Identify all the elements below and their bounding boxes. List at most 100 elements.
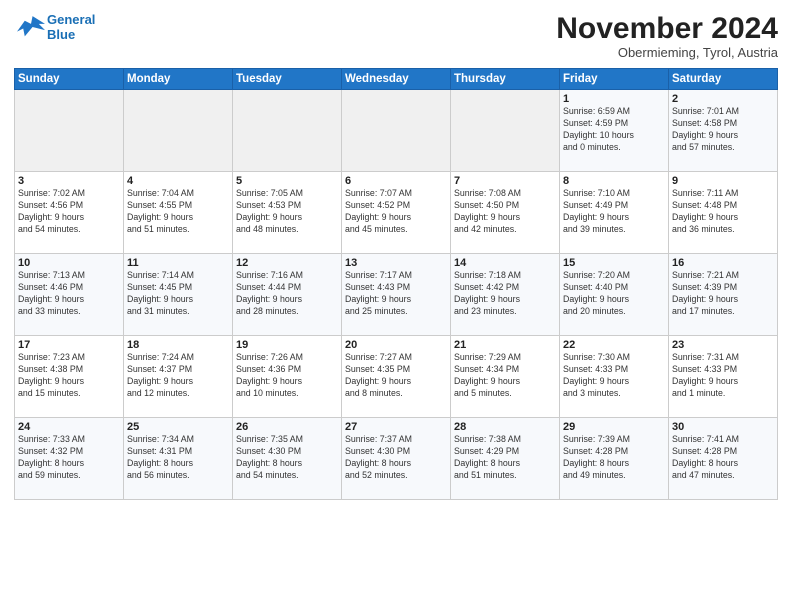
title-block: November 2024 Obermieming, Tyrol, Austri… — [556, 12, 778, 60]
calendar-cell: 7Sunrise: 7:08 AM Sunset: 4:50 PM Daylig… — [451, 172, 560, 254]
day-number: 12 — [236, 257, 338, 269]
logo: General Blue — [14, 12, 95, 42]
day-number: 2 — [672, 93, 774, 105]
day-number: 5 — [236, 175, 338, 187]
day-number: 3 — [18, 175, 120, 187]
day-info: Sunrise: 7:18 AM Sunset: 4:42 PM Dayligh… — [454, 270, 556, 318]
calendar-cell: 27Sunrise: 7:37 AM Sunset: 4:30 PM Dayli… — [342, 418, 451, 500]
calendar-cell: 28Sunrise: 7:38 AM Sunset: 4:29 PM Dayli… — [451, 418, 560, 500]
day-info: Sunrise: 7:33 AM Sunset: 4:32 PM Dayligh… — [18, 434, 120, 482]
day-info: Sunrise: 7:16 AM Sunset: 4:44 PM Dayligh… — [236, 270, 338, 318]
day-info: Sunrise: 7:08 AM Sunset: 4:50 PM Dayligh… — [454, 188, 556, 236]
day-number: 10 — [18, 257, 120, 269]
col-header-saturday: Saturday — [669, 69, 778, 90]
day-info: Sunrise: 7:13 AM Sunset: 4:46 PM Dayligh… — [18, 270, 120, 318]
day-info: Sunrise: 7:20 AM Sunset: 4:40 PM Dayligh… — [563, 270, 665, 318]
day-info: Sunrise: 6:59 AM Sunset: 4:59 PM Dayligh… — [563, 106, 665, 154]
calendar-cell — [124, 90, 233, 172]
day-number: 4 — [127, 175, 229, 187]
calendar-cell: 26Sunrise: 7:35 AM Sunset: 4:30 PM Dayli… — [233, 418, 342, 500]
day-number: 21 — [454, 339, 556, 351]
day-info: Sunrise: 7:10 AM Sunset: 4:49 PM Dayligh… — [563, 188, 665, 236]
logo-icon — [17, 13, 45, 41]
day-info: Sunrise: 7:02 AM Sunset: 4:56 PM Dayligh… — [18, 188, 120, 236]
calendar-cell — [342, 90, 451, 172]
day-number: 6 — [345, 175, 447, 187]
calendar-table: SundayMondayTuesdayWednesdayThursdayFrid… — [14, 68, 778, 500]
logo-brand: General Blue — [14, 12, 95, 42]
day-number: 17 — [18, 339, 120, 351]
day-info: Sunrise: 7:29 AM Sunset: 4:34 PM Dayligh… — [454, 352, 556, 400]
day-number: 19 — [236, 339, 338, 351]
col-header-tuesday: Tuesday — [233, 69, 342, 90]
calendar-cell: 5Sunrise: 7:05 AM Sunset: 4:53 PM Daylig… — [233, 172, 342, 254]
day-number: 11 — [127, 257, 229, 269]
day-info: Sunrise: 7:31 AM Sunset: 4:33 PM Dayligh… — [672, 352, 774, 400]
calendar-week-4: 24Sunrise: 7:33 AM Sunset: 4:32 PM Dayli… — [15, 418, 778, 500]
calendar-header-row: SundayMondayTuesdayWednesdayThursdayFrid… — [15, 69, 778, 90]
logo-bottom: Blue — [47, 27, 95, 42]
day-info: Sunrise: 7:07 AM Sunset: 4:52 PM Dayligh… — [345, 188, 447, 236]
day-number: 29 — [563, 421, 665, 433]
page-container: General Blue November 2024 Obermieming, … — [0, 0, 792, 612]
day-number: 20 — [345, 339, 447, 351]
calendar-cell: 10Sunrise: 7:13 AM Sunset: 4:46 PM Dayli… — [15, 254, 124, 336]
day-number: 30 — [672, 421, 774, 433]
calendar-cell: 13Sunrise: 7:17 AM Sunset: 4:43 PM Dayli… — [342, 254, 451, 336]
calendar-cell: 4Sunrise: 7:04 AM Sunset: 4:55 PM Daylig… — [124, 172, 233, 254]
calendar-cell: 9Sunrise: 7:11 AM Sunset: 4:48 PM Daylig… — [669, 172, 778, 254]
calendar-cell: 2Sunrise: 7:01 AM Sunset: 4:58 PM Daylig… — [669, 90, 778, 172]
day-number: 13 — [345, 257, 447, 269]
day-number: 14 — [454, 257, 556, 269]
day-info: Sunrise: 7:17 AM Sunset: 4:43 PM Dayligh… — [345, 270, 447, 318]
day-number: 26 — [236, 421, 338, 433]
day-number: 25 — [127, 421, 229, 433]
day-info: Sunrise: 7:27 AM Sunset: 4:35 PM Dayligh… — [345, 352, 447, 400]
calendar-cell: 21Sunrise: 7:29 AM Sunset: 4:34 PM Dayli… — [451, 336, 560, 418]
calendar-week-1: 3Sunrise: 7:02 AM Sunset: 4:56 PM Daylig… — [15, 172, 778, 254]
day-info: Sunrise: 7:38 AM Sunset: 4:29 PM Dayligh… — [454, 434, 556, 482]
calendar-cell: 29Sunrise: 7:39 AM Sunset: 4:28 PM Dayli… — [560, 418, 669, 500]
calendar-cell: 18Sunrise: 7:24 AM Sunset: 4:37 PM Dayli… — [124, 336, 233, 418]
calendar-cell: 25Sunrise: 7:34 AM Sunset: 4:31 PM Dayli… — [124, 418, 233, 500]
day-info: Sunrise: 7:23 AM Sunset: 4:38 PM Dayligh… — [18, 352, 120, 400]
calendar-cell: 16Sunrise: 7:21 AM Sunset: 4:39 PM Dayli… — [669, 254, 778, 336]
day-number: 18 — [127, 339, 229, 351]
calendar-cell: 23Sunrise: 7:31 AM Sunset: 4:33 PM Dayli… — [669, 336, 778, 418]
day-info: Sunrise: 7:34 AM Sunset: 4:31 PM Dayligh… — [127, 434, 229, 482]
calendar-week-2: 10Sunrise: 7:13 AM Sunset: 4:46 PM Dayli… — [15, 254, 778, 336]
calendar-cell: 15Sunrise: 7:20 AM Sunset: 4:40 PM Dayli… — [560, 254, 669, 336]
col-header-thursday: Thursday — [451, 69, 560, 90]
day-number: 22 — [563, 339, 665, 351]
day-info: Sunrise: 7:05 AM Sunset: 4:53 PM Dayligh… — [236, 188, 338, 236]
day-info: Sunrise: 7:14 AM Sunset: 4:45 PM Dayligh… — [127, 270, 229, 318]
day-number: 9 — [672, 175, 774, 187]
col-header-sunday: Sunday — [15, 69, 124, 90]
location: Obermieming, Tyrol, Austria — [556, 45, 778, 60]
calendar-cell — [15, 90, 124, 172]
calendar-cell: 11Sunrise: 7:14 AM Sunset: 4:45 PM Dayli… — [124, 254, 233, 336]
day-number: 16 — [672, 257, 774, 269]
calendar-cell: 12Sunrise: 7:16 AM Sunset: 4:44 PM Dayli… — [233, 254, 342, 336]
header: General Blue November 2024 Obermieming, … — [14, 12, 778, 60]
logo-text: General Blue — [47, 12, 95, 42]
calendar-cell — [451, 90, 560, 172]
calendar-cell: 3Sunrise: 7:02 AM Sunset: 4:56 PM Daylig… — [15, 172, 124, 254]
col-header-wednesday: Wednesday — [342, 69, 451, 90]
day-number: 7 — [454, 175, 556, 187]
day-number: 23 — [672, 339, 774, 351]
day-number: 1 — [563, 93, 665, 105]
day-info: Sunrise: 7:39 AM Sunset: 4:28 PM Dayligh… — [563, 434, 665, 482]
day-info: Sunrise: 7:24 AM Sunset: 4:37 PM Dayligh… — [127, 352, 229, 400]
col-header-monday: Monday — [124, 69, 233, 90]
day-number: 15 — [563, 257, 665, 269]
day-info: Sunrise: 7:04 AM Sunset: 4:55 PM Dayligh… — [127, 188, 229, 236]
calendar-cell: 30Sunrise: 7:41 AM Sunset: 4:28 PM Dayli… — [669, 418, 778, 500]
calendar-cell: 24Sunrise: 7:33 AM Sunset: 4:32 PM Dayli… — [15, 418, 124, 500]
calendar-cell: 14Sunrise: 7:18 AM Sunset: 4:42 PM Dayli… — [451, 254, 560, 336]
day-info: Sunrise: 7:41 AM Sunset: 4:28 PM Dayligh… — [672, 434, 774, 482]
logo-top: General — [47, 12, 95, 27]
day-number: 24 — [18, 421, 120, 433]
calendar-cell: 22Sunrise: 7:30 AM Sunset: 4:33 PM Dayli… — [560, 336, 669, 418]
day-info: Sunrise: 7:11 AM Sunset: 4:48 PM Dayligh… — [672, 188, 774, 236]
